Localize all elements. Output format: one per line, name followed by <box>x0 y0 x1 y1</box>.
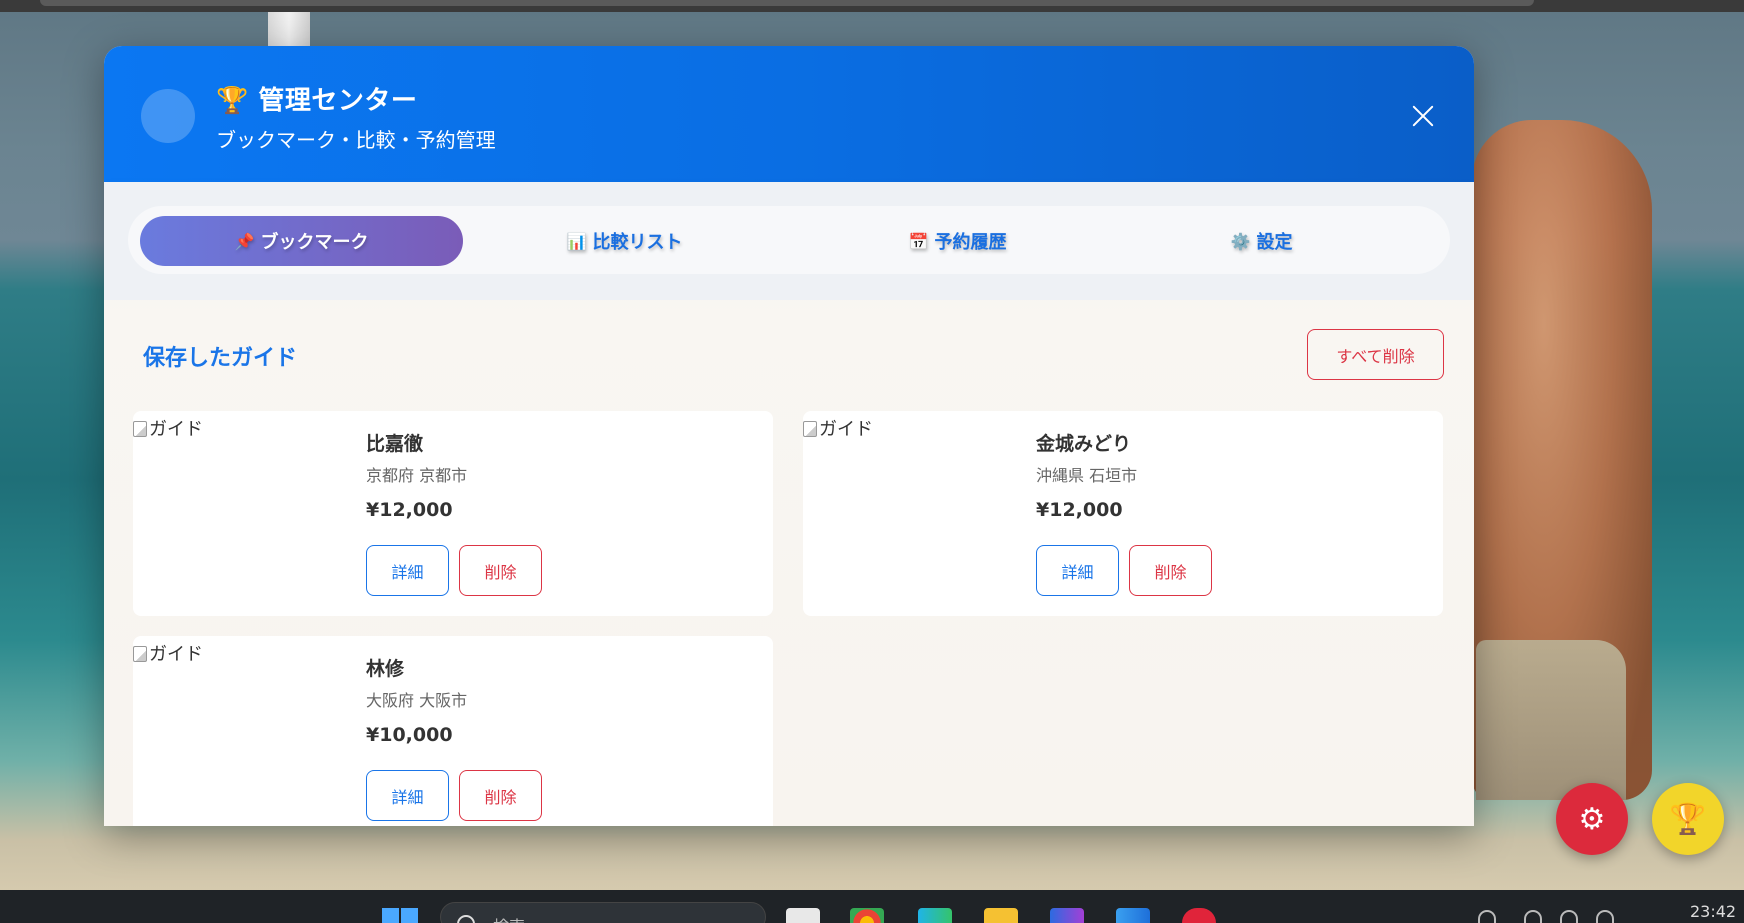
tab-bar: 📌 ブックマーク 📊 比較リスト 📅 予約履歴 ⚙️ 設定 <box>128 206 1450 274</box>
tab-bookmarks[interactable]: 📌 ブックマーク <box>140 216 463 266</box>
broken-image-icon <box>133 421 147 437</box>
pin-icon: 📌 <box>234 231 255 251</box>
tab-settings[interactable]: ⚙️ 設定 <box>1100 216 1423 266</box>
bookmarks-panel: 保存したガイド すべて削除 ガイド 比嘉徹 京都府 京都市 ¥12,000 詳細… <box>104 300 1474 826</box>
delete-button[interactable]: 削除 <box>1129 545 1212 596</box>
wifi-icon[interactable] <box>1524 910 1542 923</box>
guide-image-alt: ガイド <box>149 419 203 440</box>
tab-compare[interactable]: 📊 比較リスト <box>463 216 786 266</box>
background-person-shorts <box>1476 640 1626 800</box>
guide-name: 林修 <box>366 658 405 680</box>
task-view-icon[interactable] <box>786 908 820 923</box>
delete-all-button[interactable]: すべて削除 <box>1307 329 1444 380</box>
guide-price: ¥10,000 <box>366 724 453 746</box>
guide-image-alt: ガイド <box>149 644 203 665</box>
volume-icon[interactable] <box>1560 910 1578 923</box>
guide-price: ¥12,000 <box>366 499 453 521</box>
detail-button[interactable]: 詳細 <box>1036 545 1119 596</box>
battery-icon[interactable] <box>1596 910 1614 923</box>
broken-image-icon <box>803 421 817 437</box>
background-sail <box>268 12 310 48</box>
copilot-icon[interactable] <box>1050 908 1084 923</box>
close-icon[interactable] <box>1407 100 1439 132</box>
section-title: 保存したガイド <box>143 346 298 371</box>
taskbar-clock: 23:42 <box>1690 902 1737 921</box>
chrome-icon[interactable] <box>850 908 884 923</box>
browser-top-strip <box>0 0 1744 12</box>
gear-icon: ⚙️ <box>1230 231 1251 251</box>
search-icon <box>457 915 475 923</box>
tab-label: ブックマーク <box>260 232 369 253</box>
vscode-icon[interactable] <box>1116 908 1150 923</box>
windows-start-icon[interactable] <box>382 908 418 923</box>
tab-label: 設定 <box>1256 232 1293 253</box>
broken-image-icon <box>133 646 147 662</box>
tab-area: 📌 ブックマーク 📊 比較リスト 📅 予約履歴 ⚙️ 設定 <box>104 182 1474 300</box>
guide-card: ガイド 林修 大阪府 大阪市 ¥10,000 詳細 削除 <box>133 636 773 826</box>
delete-button[interactable]: 削除 <box>459 545 542 596</box>
guide-location: 大阪府 大阪市 <box>366 691 468 710</box>
guide-location: 沖縄県 石垣市 <box>1036 466 1138 485</box>
bar-chart-icon: 📊 <box>566 231 587 251</box>
trophy-icon: 🏆 <box>1669 801 1707 837</box>
modal-title: 🏆 管理センター <box>216 86 418 116</box>
tab-label: 比較リスト <box>592 232 683 253</box>
modal-header: 🏆 管理センター ブックマーク・比較・予約管理 <box>104 46 1474 182</box>
taskbar-search-input[interactable]: 検索 <box>440 902 766 923</box>
search-placeholder: 検索 <box>493 917 525 923</box>
guide-image: ガイド <box>133 411 363 616</box>
guide-name: 金城みどり <box>1036 433 1132 455</box>
guide-card: ガイド 比嘉徹 京都府 京都市 ¥12,000 詳細 削除 <box>133 411 773 616</box>
modal-subtitle: ブックマーク・比較・予約管理 <box>216 128 496 152</box>
trophy-fab[interactable]: 🏆 <box>1652 783 1724 855</box>
delete-button[interactable]: 削除 <box>459 770 542 821</box>
detail-button[interactable]: 詳細 <box>366 770 449 821</box>
settings-fab[interactable]: ⚙ <box>1556 783 1628 855</box>
file-explorer-icon[interactable] <box>984 908 1018 923</box>
guide-image: ガイド <box>803 411 1033 616</box>
management-center-modal: 🏆 管理センター ブックマーク・比較・予約管理 📌 ブックマーク 📊 比較リスト… <box>104 46 1474 826</box>
avatar <box>141 89 195 143</box>
guide-name: 比嘉徹 <box>366 433 424 455</box>
edge-icon[interactable] <box>918 908 952 923</box>
gear-icon: ⚙ <box>1578 801 1606 837</box>
guide-image: ガイド <box>133 636 363 826</box>
tab-reservations[interactable]: 📅 予約履歴 <box>796 216 1119 266</box>
calendar-icon: 📅 <box>908 231 929 251</box>
detail-button[interactable]: 詳細 <box>366 545 449 596</box>
guide-price: ¥12,000 <box>1036 499 1123 521</box>
guide-location: 京都府 京都市 <box>366 466 468 485</box>
guide-card: ガイド 金城みどり 沖縄県 石垣市 ¥12,000 詳細 削除 <box>803 411 1443 616</box>
guide-image-alt: ガイド <box>819 419 873 440</box>
tray-chevron-icon[interactable] <box>1478 910 1496 923</box>
tab-label: 予約履歴 <box>934 232 1007 253</box>
